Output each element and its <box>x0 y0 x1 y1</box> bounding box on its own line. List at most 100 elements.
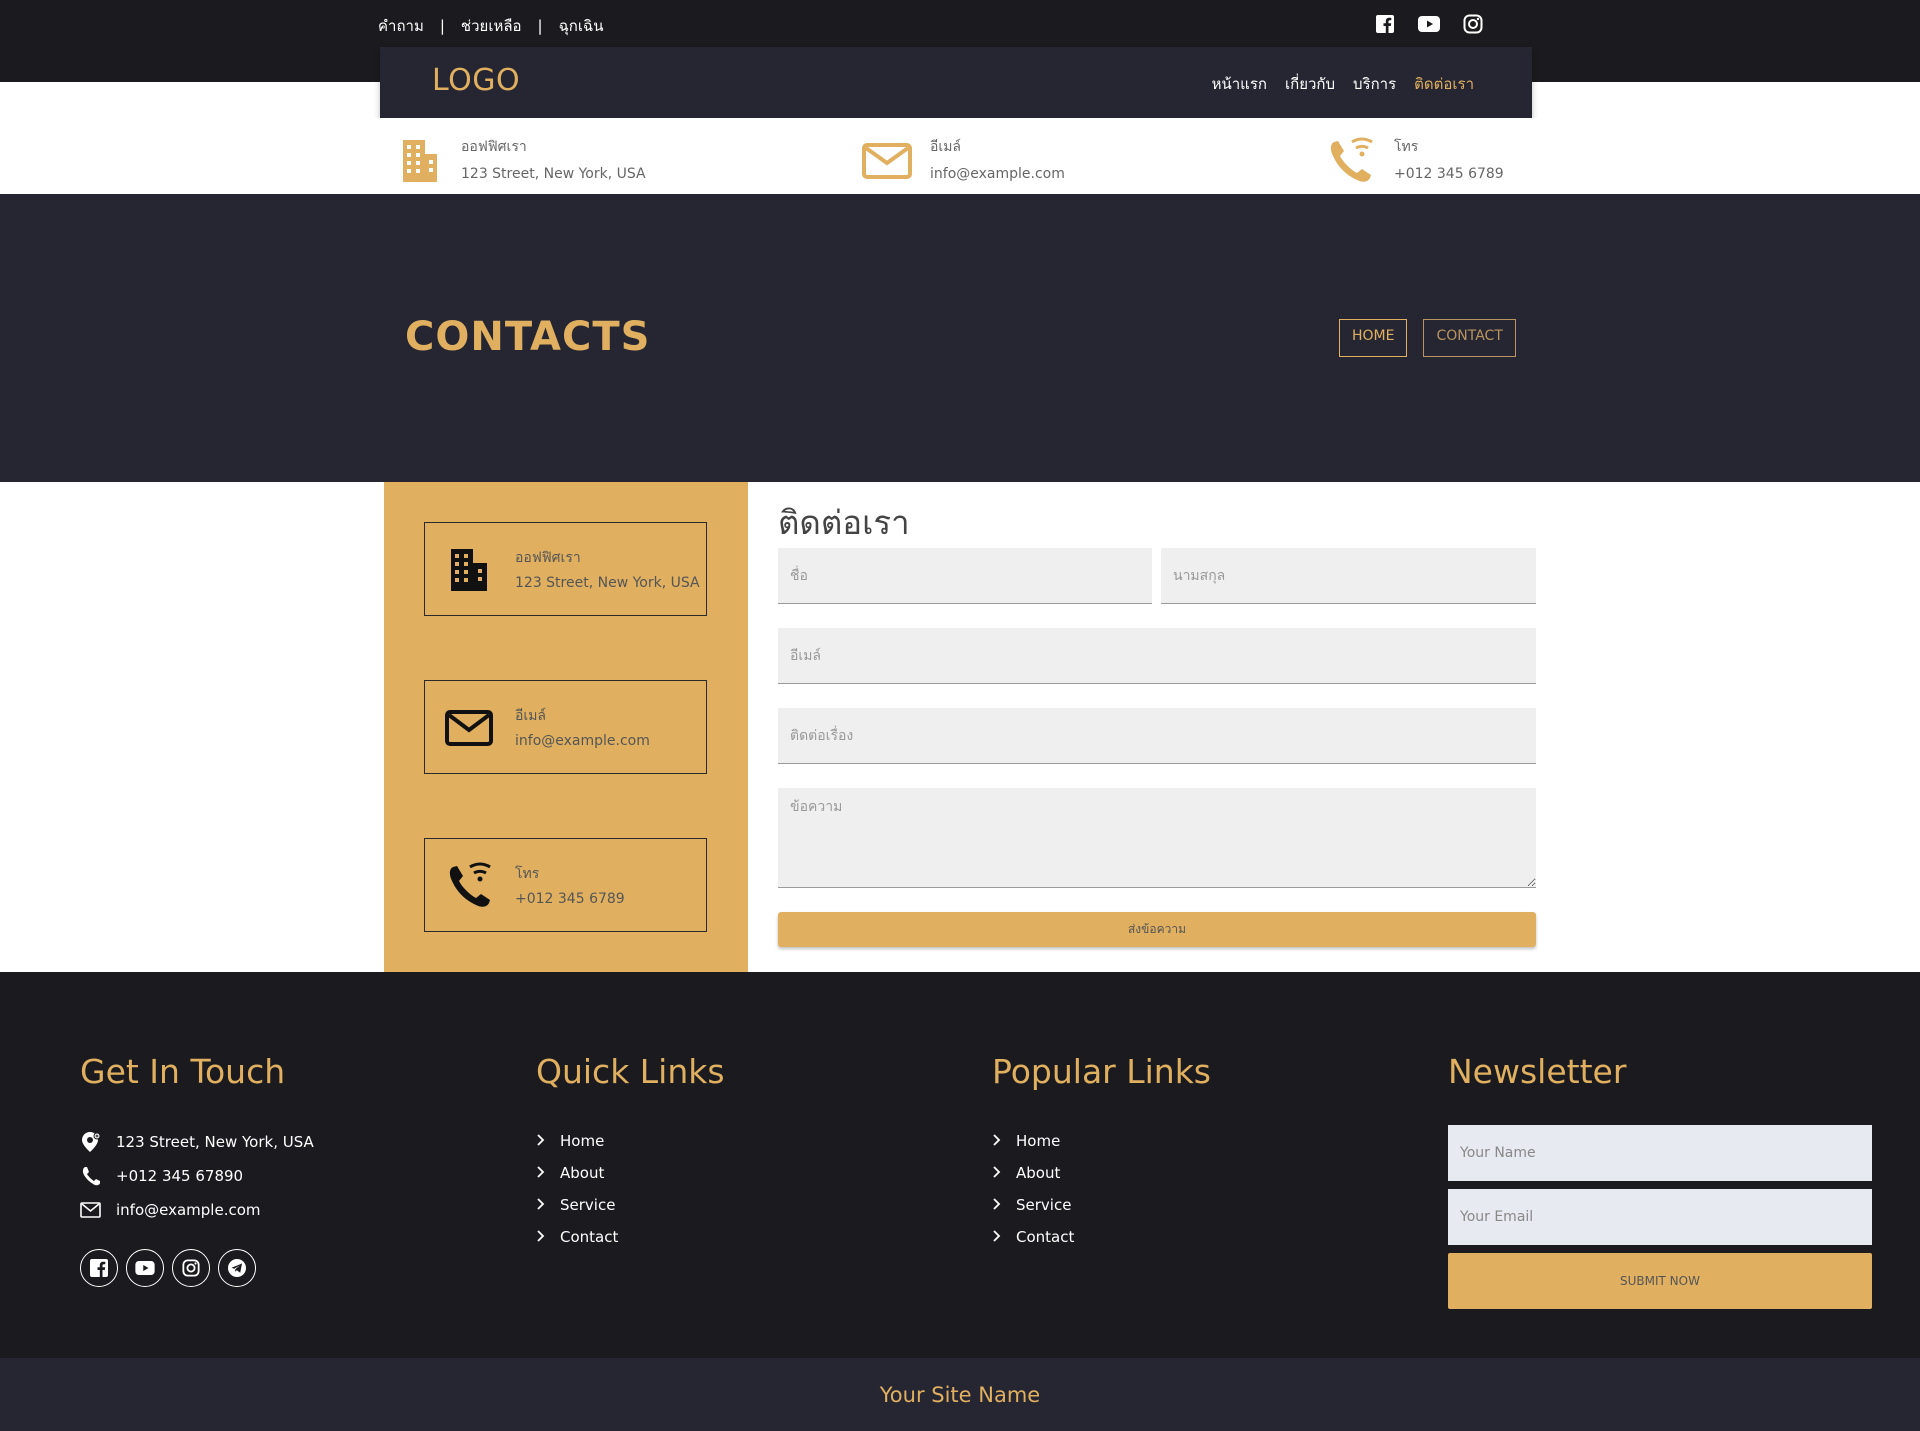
contact-form: ติดต่อเรา ส่งข้อความ <box>778 482 1536 972</box>
nav-services[interactable]: บริการ <box>1353 72 1396 96</box>
nav-about[interactable]: เกี่ยวกับ <box>1285 72 1335 96</box>
top-links: คำถาม | ช่วยเหลือ | ฉุกเฉิน <box>378 14 604 38</box>
logo[interactable]: LOGO <box>432 63 520 98</box>
quick-link-label: About <box>560 1164 605 1182</box>
site-name: Your Site Name <box>879 1382 1041 1407</box>
info-office-label: ออฟฟิศเรา <box>461 139 527 155</box>
page-banner: CONTACTS HOME CONTACT <box>0 194 1920 482</box>
chevron-right-icon <box>536 1164 546 1182</box>
card-email-value: info@example.com <box>515 733 650 749</box>
popular-link-label: Home <box>1016 1132 1061 1150</box>
popular-link-service[interactable]: Service <box>992 1189 1211 1221</box>
footer: Get In Touch 123 Street, New York, USA +… <box>0 972 1920 1358</box>
card-phone-value: +012 345 6789 <box>515 891 625 907</box>
phone-icon <box>80 1165 102 1187</box>
nav-home[interactable]: หน้าแรก <box>1212 72 1267 96</box>
nav-links: หน้าแรก เกี่ยวกับ บริการ ติดต่อเรา <box>1212 72 1474 96</box>
last-name-input[interactable] <box>1161 548 1536 604</box>
card-office-label: ออฟฟิศเรา <box>515 550 581 566</box>
separator: | <box>439 17 445 35</box>
first-name-input[interactable] <box>778 548 1152 604</box>
popular-link-label: Service <box>1016 1196 1072 1214</box>
info-email-label: อีเมล์ <box>930 139 962 155</box>
telegram-icon[interactable] <box>218 1249 256 1287</box>
location-pin-icon <box>80 1131 102 1153</box>
newsletter-name-input[interactable] <box>1448 1125 1872 1181</box>
footer-newsletter: Newsletter SUBMIT NOW <box>1448 1052 1872 1309</box>
card-office-value: 123 Street, New York, USA <box>515 575 700 591</box>
copyright-bar: Your Site Name <box>0 1358 1920 1431</box>
card-phone-label: โทร <box>515 866 540 882</box>
info-strip: ออฟฟิศเรา 123 Street, New York, USA อีเม… <box>0 118 1920 194</box>
breadcrumb-contact[interactable]: CONTACT <box>1423 319 1516 357</box>
newsletter-submit-button[interactable]: SUBMIT NOW <box>1448 1253 1872 1309</box>
footer-get-in-touch: Get In Touch 123 Street, New York, USA +… <box>80 1052 314 1287</box>
top-link-faq[interactable]: คำถาม <box>378 14 424 38</box>
contact-card-phone: โทร +012 345 6789 <box>424 838 707 932</box>
quick-link-service[interactable]: Service <box>536 1189 725 1221</box>
footer-email-text: info@example.com <box>116 1201 261 1219</box>
youtube-icon[interactable] <box>126 1249 164 1287</box>
page-title: CONTACTS <box>405 314 651 360</box>
send-message-button[interactable]: ส่งข้อความ <box>778 912 1536 947</box>
chevron-right-icon <box>992 1196 1002 1214</box>
popular-link-about[interactable]: About <box>992 1157 1211 1189</box>
mail-icon <box>445 710 493 746</box>
quick-link-label: Home <box>560 1132 605 1150</box>
phone-wifi-icon <box>449 862 491 907</box>
phone-wifi-icon <box>1330 137 1373 182</box>
chevron-right-icon <box>536 1196 546 1214</box>
separator: | <box>537 17 543 35</box>
info-phone-label: โทร <box>1394 139 1419 155</box>
quick-link-about[interactable]: About <box>536 1157 725 1189</box>
footer-heading: Newsletter <box>1448 1052 1627 1091</box>
instagram-icon[interactable] <box>1462 13 1484 35</box>
footer-heading: Get In Touch <box>80 1052 286 1091</box>
contact-card-office: ออฟฟิศเรา 123 Street, New York, USA <box>424 522 707 616</box>
top-social <box>1374 13 1484 35</box>
popular-link-label: About <box>1016 1164 1061 1182</box>
chevron-right-icon <box>992 1228 1002 1246</box>
navbar: LOGO หน้าแรก เกี่ยวกับ บริการ ติดต่อเรา <box>380 47 1532 118</box>
facebook-icon[interactable] <box>80 1249 118 1287</box>
email-input[interactable] <box>778 628 1536 684</box>
facebook-icon[interactable] <box>1374 13 1396 35</box>
message-textarea[interactable] <box>778 788 1536 888</box>
top-link-emergency[interactable]: ฉุกเฉิน <box>559 14 604 38</box>
info-phone-value: +012 345 6789 <box>1394 166 1504 182</box>
top-link-help[interactable]: ช่วยเหลือ <box>461 14 522 38</box>
chevron-right-icon <box>992 1132 1002 1150</box>
card-email-label: อีเมล์ <box>515 708 547 724</box>
footer-address: 123 Street, New York, USA <box>80 1125 314 1159</box>
footer-popular-links: Popular Links Home About Service Contact <box>992 1052 1211 1253</box>
popular-link-label: Contact <box>1016 1228 1075 1246</box>
chevron-right-icon <box>536 1132 546 1150</box>
youtube-icon[interactable] <box>1418 13 1440 35</box>
contact-card-email: อีเมล์ info@example.com <box>424 680 707 774</box>
breadcrumb: HOME CONTACT <box>1339 319 1516 357</box>
popular-link-home[interactable]: Home <box>992 1125 1211 1157</box>
breadcrumb-home[interactable]: HOME <box>1339 319 1408 357</box>
mail-icon <box>80 1199 102 1221</box>
info-email-value: info@example.com <box>930 166 1065 182</box>
footer-heading: Quick Links <box>536 1052 725 1091</box>
popular-link-contact[interactable]: Contact <box>992 1221 1211 1253</box>
quick-link-label: Service <box>560 1196 616 1214</box>
chevron-right-icon <box>536 1228 546 1246</box>
subject-input[interactable] <box>778 708 1536 764</box>
newsletter-email-input[interactable] <box>1448 1189 1872 1245</box>
footer-quick-links: Quick Links Home About Service Contact <box>536 1052 725 1253</box>
nav-contact[interactable]: ติดต่อเรา <box>1414 72 1474 96</box>
footer-heading: Popular Links <box>992 1052 1211 1091</box>
info-phone: โทร +012 345 6789 <box>1326 136 1504 186</box>
building-icon <box>451 549 487 591</box>
quick-link-contact[interactable]: Contact <box>536 1221 725 1253</box>
instagram-icon[interactable] <box>172 1249 210 1287</box>
building-icon <box>403 140 437 182</box>
footer-phone-text: +012 345 67890 <box>116 1167 244 1185</box>
footer-phone: +012 345 67890 <box>80 1159 314 1193</box>
info-office-value: 123 Street, New York, USA <box>461 166 646 182</box>
mail-icon <box>862 143 912 179</box>
quick-link-label: Contact <box>560 1228 619 1246</box>
quick-link-home[interactable]: Home <box>536 1125 725 1157</box>
